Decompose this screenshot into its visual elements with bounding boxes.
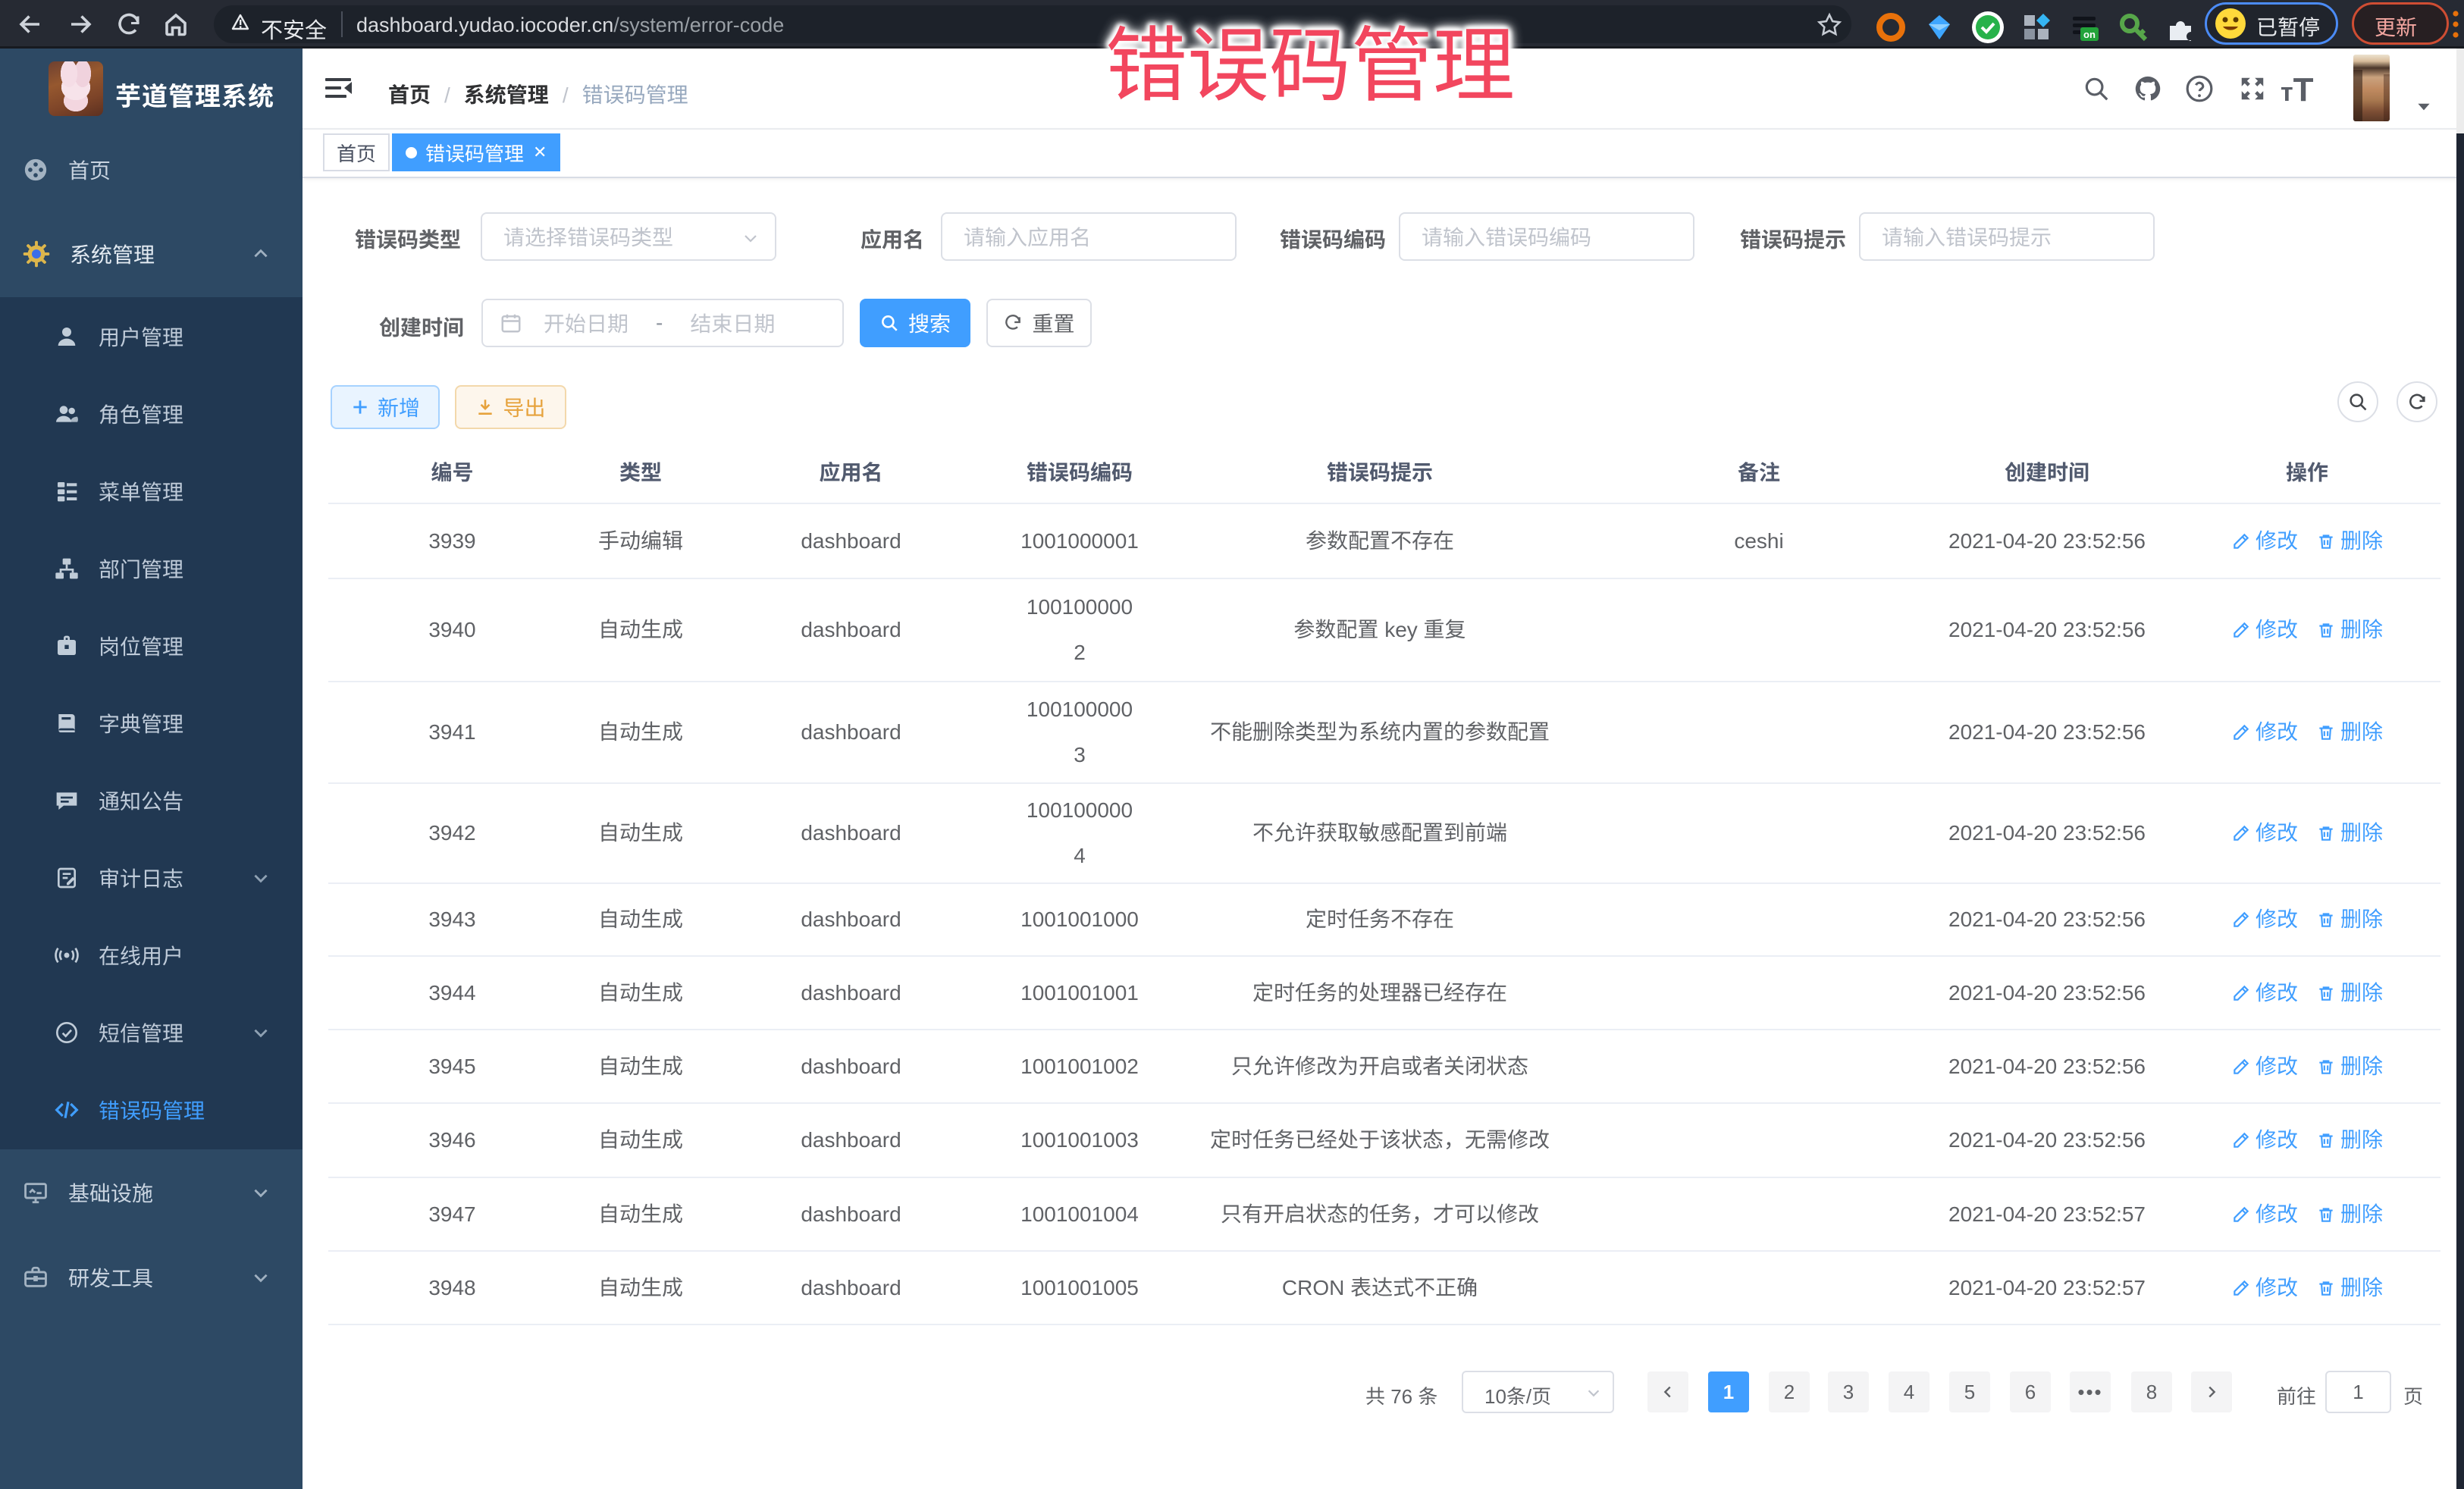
svg-text:on: on: [2083, 29, 2096, 40]
